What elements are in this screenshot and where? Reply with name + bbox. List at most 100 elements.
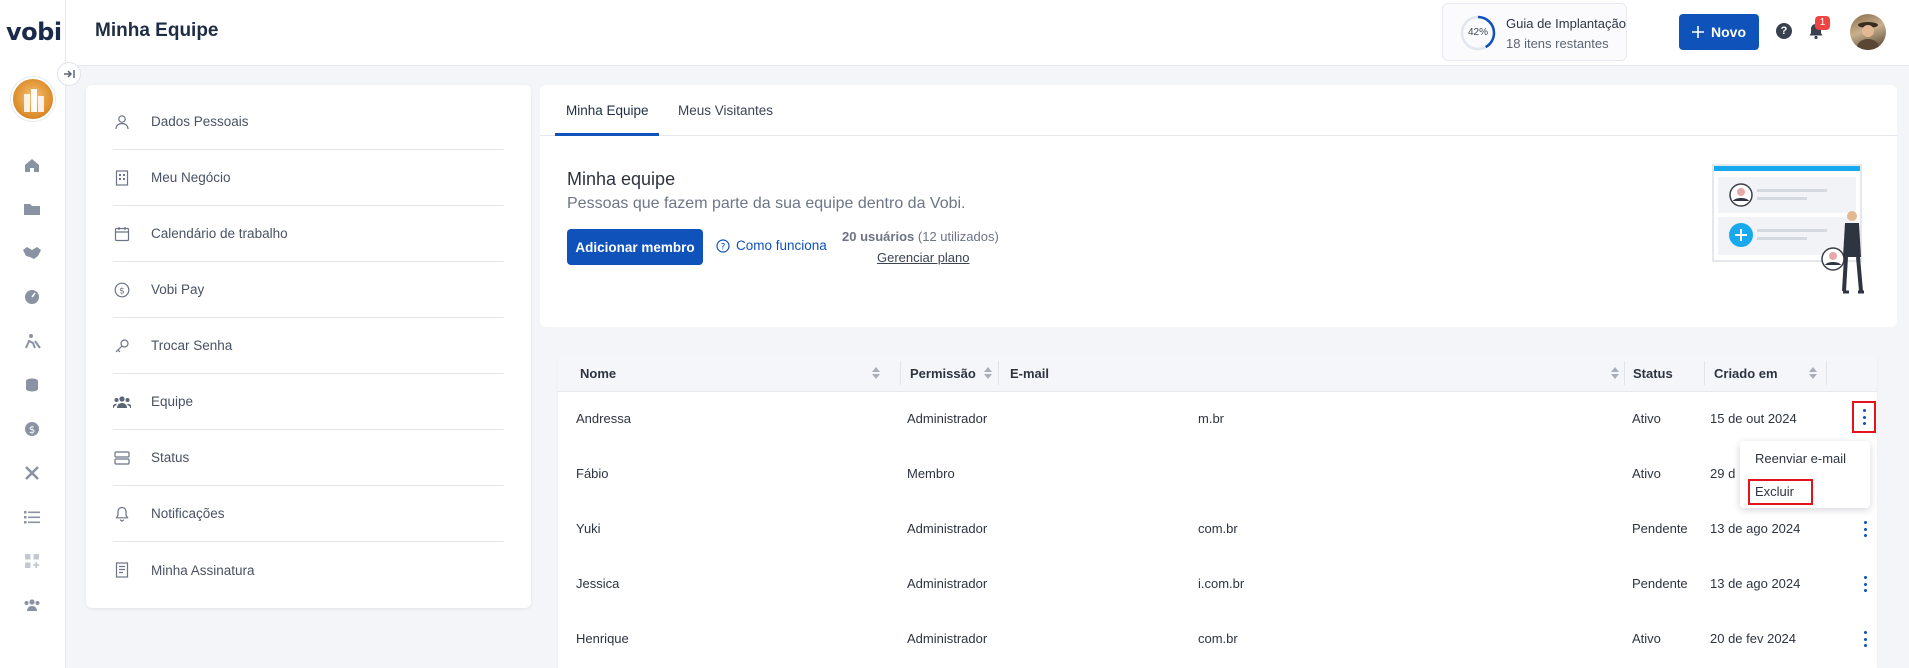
table-row[interactable]: Jessica Administrador i.com.br Pendente … (558, 557, 1877, 612)
cell-name: Yuki (576, 521, 601, 536)
column-header-email[interactable]: E-mail (1010, 366, 1049, 381)
user-avatar[interactable] (1850, 14, 1886, 50)
add-member-button[interactable]: Adicionar membro (567, 229, 703, 265)
column-header-criado-em[interactable]: Criado em (1714, 366, 1778, 381)
gauge-icon[interactable] (20, 285, 44, 309)
construction-icon[interactable] (20, 329, 44, 353)
home-icon[interactable] (20, 153, 44, 177)
menu-item-label: Trocar Senha (151, 338, 233, 353)
menu-item-dados-pessoais[interactable]: Dados Pessoais (113, 94, 504, 150)
left-rail: vobi $ (0, 0, 81, 668)
manage-plan-link[interactable]: Gerenciar plano (877, 250, 970, 265)
cell-created: 13 de ago 2024 (1710, 576, 1801, 591)
cell-name: Andressa (576, 411, 631, 426)
team-illustration (1712, 164, 1864, 294)
notification-badge: 1 (1815, 16, 1830, 30)
cell-name: Fábio (576, 466, 609, 481)
tools-icon[interactable] (20, 461, 44, 485)
cell-created: 13 de ago 2024 (1710, 521, 1801, 536)
kebab-dot (1862, 415, 1866, 419)
apps-icon[interactable] (20, 549, 44, 573)
table-row[interactable]: Andressa Administrador m.br Ativo 15 de … (558, 392, 1877, 447)
cell-email: com.br (1198, 521, 1238, 536)
cell-created: 20 de fev 2024 (1710, 631, 1797, 646)
cell-name: Jessica (576, 576, 620, 591)
cell-status: Pendente (1632, 576, 1688, 591)
how-it-works-label: Como funciona (736, 238, 827, 253)
menu-item-label: Equipe (151, 394, 194, 409)
progress-percent: 42% (1467, 27, 1488, 38)
dollar-icon[interactable]: $ (20, 417, 44, 441)
list-icon[interactable] (20, 505, 44, 529)
users-total: 20 usuários (842, 229, 915, 244)
menu-item-minha-assinatura[interactable]: Minha Assinatura (113, 542, 504, 598)
row-actions-button[interactable] (1858, 574, 1872, 594)
new-button[interactable]: Novo (1679, 14, 1759, 50)
table-row[interactable]: Henrique Administrador com.br Ativo 20 d… (558, 612, 1877, 667)
coins-icon[interactable] (20, 373, 44, 397)
folder-icon[interactable] (20, 197, 44, 221)
menu-item-notificacoes[interactable]: Notificações (113, 486, 504, 542)
row-actions-button[interactable] (1858, 629, 1872, 649)
svg-text:$: $ (29, 425, 35, 436)
implementation-guide[interactable]: 42% Guia de Implantação 18 itens restant… (1442, 3, 1627, 61)
cell-status: Ativo (1632, 411, 1661, 426)
kebab-dot (1862, 422, 1866, 425)
building-logo-icon (24, 89, 44, 112)
dollar-circle-icon: $ (113, 281, 131, 299)
company-avatar[interactable] (11, 77, 55, 121)
guide-title: Guia de Implantação (1506, 16, 1626, 31)
calendar-icon (113, 225, 131, 243)
vobi-logo[interactable]: vobi (6, 18, 62, 46)
cell-email: i.com.br (1198, 576, 1245, 591)
status-icon (113, 449, 131, 467)
sort-icon[interactable] (872, 367, 880, 379)
menu-item-status[interactable]: Status (113, 430, 504, 486)
expand-arrow-icon (64, 70, 75, 78)
menu-item-vobi-pay[interactable]: $ Vobi Pay (113, 262, 504, 318)
expand-sidebar-button[interactable] (57, 62, 81, 86)
bell-icon (113, 505, 131, 523)
menu-item-calendario[interactable]: Calendário de trabalho (113, 206, 504, 262)
resend-email-option[interactable]: Reenviar e-mail (1755, 451, 1846, 466)
menu-item-meu-negocio[interactable]: Meu Negócio (113, 150, 504, 206)
table-row[interactable]: Yuki Administrador com.br Pendente 13 de… (558, 502, 1877, 557)
cell-permission: Administrador (907, 576, 988, 591)
sort-icon[interactable] (1611, 367, 1619, 379)
cell-created: 29 d (1710, 466, 1736, 481)
users-count: 20 usuários (12 utilizados) (842, 229, 999, 244)
tab-meus-visitantes[interactable]: Meus Visitantes (678, 103, 773, 118)
team-card: Minha Equipe Meus Visitantes Minha equip… (540, 85, 1897, 327)
delete-option[interactable]: Excluir (1748, 479, 1813, 505)
cell-permission: Administrador (907, 411, 988, 426)
user-photo-icon (1856, 22, 1880, 50)
handshake-icon[interactable] (20, 241, 44, 265)
cell-name: Henrique (576, 631, 629, 646)
column-header-permissao[interactable]: Permissão (910, 366, 976, 381)
team-heading: Minha equipe (567, 169, 676, 189)
column-separator (1624, 361, 1625, 385)
row-actions-button[interactable] (1858, 519, 1872, 539)
team-icon[interactable] (20, 593, 44, 617)
user-icon (113, 113, 131, 131)
help-icon[interactable]: ? (1776, 23, 1792, 39)
tabs: Minha Equipe Meus Visitantes (540, 85, 1897, 136)
column-separator (998, 361, 999, 385)
menu-item-label: Minha Assinatura (151, 562, 255, 578)
question-circle-icon: ? (716, 238, 730, 253)
menu-item-trocar-senha[interactable]: Trocar Senha (113, 318, 504, 374)
sort-icon[interactable] (984, 367, 992, 379)
guide-subtitle: 18 itens restantes (1506, 36, 1609, 51)
row-actions-button-active[interactable] (1852, 401, 1876, 433)
table-row[interactable]: Fábio Membro Ativo 29 d (558, 447, 1877, 502)
how-it-works-link[interactable]: ? Como funciona (716, 238, 827, 253)
column-header-status[interactable]: Status (1633, 366, 1673, 381)
tab-minha-equipe[interactable]: Minha Equipe (566, 103, 649, 118)
sort-icon[interactable] (1809, 367, 1817, 379)
column-separator (1704, 361, 1705, 385)
menu-item-label: Calendário de trabalho (151, 226, 288, 241)
menu-item-equipe[interactable]: Equipe (113, 374, 504, 430)
cell-status: Ativo (1632, 466, 1661, 481)
users-used: (12 utilizados) (917, 229, 999, 244)
column-header-nome[interactable]: Nome (580, 366, 616, 381)
